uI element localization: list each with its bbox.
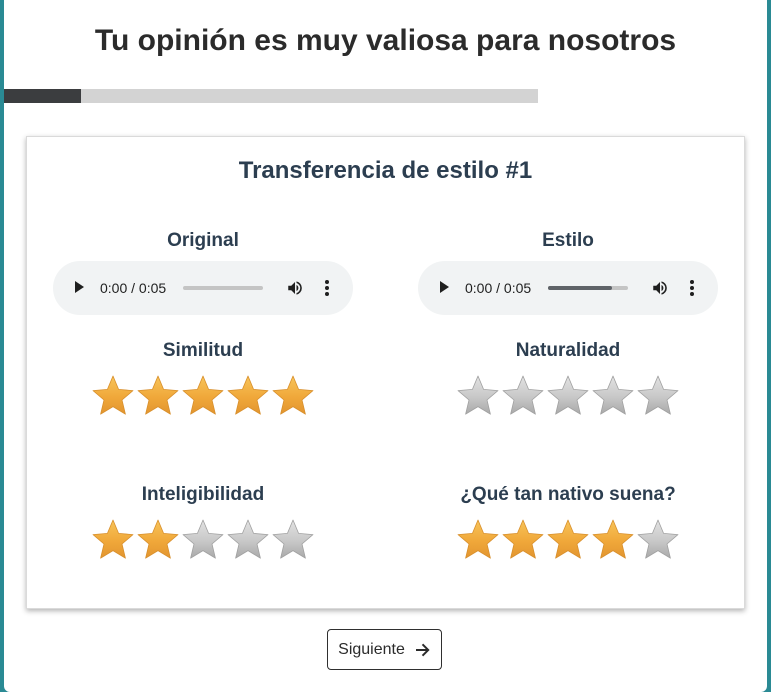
rating-naturalidad: Naturalidad [418, 339, 718, 423]
rating-label: Inteligibilidad [141, 484, 265, 505]
survey-page: Tu opinión es muy valiosa para nosotros … [4, 0, 767, 692]
style-audio-player[interactable]: 0:00 / 0:05 [418, 261, 718, 315]
star-empty-icon[interactable] [181, 517, 225, 563]
star-filled-icon[interactable] [501, 517, 545, 563]
audio-time: 0:00 / 0:05 [465, 280, 532, 296]
star-filled-icon[interactable] [91, 517, 135, 563]
star-filled-icon[interactable] [546, 517, 590, 563]
style-audio-section: Estilo 0:00 / 0:05 [418, 229, 718, 315]
seek-bar[interactable] [548, 286, 628, 290]
volume-icon[interactable] [286, 279, 304, 297]
rating-label: Similitud [162, 340, 244, 361]
seek-bar[interactable] [183, 286, 263, 290]
arrow-right-icon [415, 643, 430, 656]
star-empty-icon[interactable] [591, 373, 635, 419]
star-empty-icon[interactable] [636, 373, 680, 419]
star-filled-icon[interactable] [136, 517, 180, 563]
rating-similitud: Similitud [53, 339, 353, 423]
star-rating[interactable] [418, 373, 718, 423]
star-filled-icon[interactable] [271, 373, 315, 419]
style-label: Estilo [542, 230, 594, 251]
star-empty-icon[interactable] [226, 517, 270, 563]
page-title: Tu opinión es muy valiosa para nosotros [94, 24, 677, 57]
progress-bar-fill [4, 89, 82, 103]
star-filled-icon[interactable] [91, 373, 135, 419]
star-empty-icon[interactable] [456, 373, 500, 419]
star-rating[interactable] [53, 373, 353, 423]
next-button[interactable]: Siguiente [327, 629, 442, 670]
play-icon[interactable] [75, 281, 84, 293]
next-button-label: Siguiente [338, 640, 405, 658]
star-filled-icon[interactable] [226, 373, 270, 419]
more-vert-icon[interactable] [323, 279, 331, 297]
star-filled-icon[interactable] [591, 517, 635, 563]
progress-bar [4, 89, 538, 103]
star-empty-icon[interactable] [271, 517, 315, 563]
rating-label: ¿Qué tan nativo suena? [460, 484, 676, 505]
rating-label: Naturalidad [515, 340, 621, 361]
original-label: Original [167, 230, 239, 251]
star-rating[interactable] [53, 517, 353, 567]
rating-nativo: ¿Qué tan nativo suena? [418, 483, 718, 567]
star-empty-icon[interactable] [501, 373, 545, 419]
rating-inteligibilidad: Inteligibilidad [53, 483, 353, 567]
evaluation-card: Transferencia de estilo #1 Original 0:00… [26, 136, 745, 609]
star-filled-icon[interactable] [136, 373, 180, 419]
star-filled-icon[interactable] [456, 517, 500, 563]
seek-bar-fill [548, 286, 612, 290]
volume-icon[interactable] [651, 279, 669, 297]
original-audio-section: Original 0:00 / 0:05 [53, 229, 353, 315]
star-rating[interactable] [418, 517, 718, 567]
card-title: Transferencia de estilo #1 [238, 157, 533, 184]
star-filled-icon[interactable] [181, 373, 225, 419]
star-empty-icon[interactable] [636, 517, 680, 563]
star-empty-icon[interactable] [546, 373, 590, 419]
original-audio-player[interactable]: 0:00 / 0:05 [53, 261, 353, 315]
audio-time: 0:00 / 0:05 [100, 280, 167, 296]
play-icon[interactable] [440, 281, 449, 293]
more-vert-icon[interactable] [688, 279, 696, 297]
